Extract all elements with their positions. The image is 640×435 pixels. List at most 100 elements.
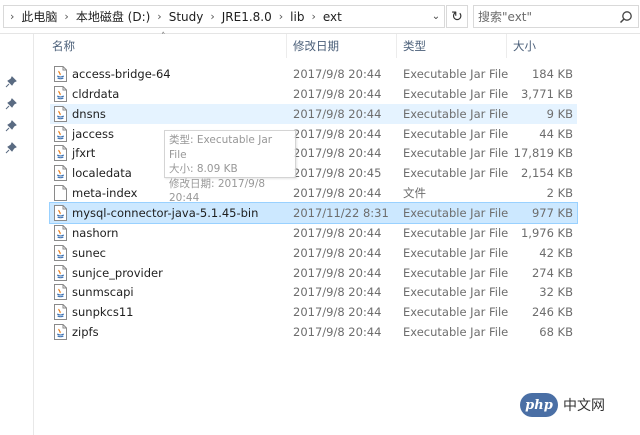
file-type: 文件	[403, 186, 426, 201]
file-size: 2,154 KB	[520, 166, 573, 181]
pin-icon[interactable]	[5, 76, 17, 88]
column-size-header[interactable]: 大小	[506, 34, 586, 58]
navigation-pane	[0, 34, 34, 435]
jar-file-icon	[54, 244, 67, 261]
file-type: Executable Jar File	[403, 106, 509, 121]
search-box[interactable]	[473, 5, 639, 28]
file-name: access-bridge-64	[72, 67, 171, 81]
file-date: 2017/9/8 20:45	[293, 166, 382, 181]
breadcrumb-study[interactable]: Study	[168, 10, 205, 24]
file-name: jfxrt	[72, 146, 96, 161]
tooltip-size: 大小: 8.09 KB	[169, 163, 238, 175]
breadcrumb-this-pc[interactable]: 此电脑	[20, 8, 58, 25]
refresh-icon: ↻	[451, 8, 463, 25]
file-row[interactable]: cldrdata 2017/9/8 20:44 Executable Jar Fil…	[50, 84, 577, 104]
file-size: 246 KB	[531, 305, 573, 320]
chevron-right-icon[interactable]: ›	[8, 10, 20, 23]
chevron-right-icon[interactable]: ›	[151, 10, 167, 23]
breadcrumb-drive-d[interactable]: 本地磁盘 (D:)	[75, 8, 151, 25]
jar-file-icon	[54, 105, 67, 122]
search-input[interactable]	[478, 7, 613, 26]
address-bar[interactable]: › 此电脑 › 本地磁盘 (D:) › Study › JRE1.8.0 › l…	[3, 5, 445, 28]
file-name: sunec	[72, 245, 106, 260]
file-type: Executable Jar File	[403, 285, 509, 300]
file-row[interactable]: jaccess 2017/9/8 20:44 Executable Jar File…	[50, 124, 577, 144]
breadcrumb-lib[interactable]: lib	[289, 10, 305, 24]
column-name-header[interactable]: 名称	[46, 34, 286, 58]
jar-file-icon	[54, 284, 67, 301]
file-row[interactable]: zipfs 2017/9/8 20:44 Executable Jar File 68…	[50, 322, 577, 342]
file-size: 1,976 KB	[520, 225, 573, 240]
file-date: 2017/9/8 20:44	[293, 285, 382, 300]
file-name: sunjce_provider	[72, 265, 163, 280]
file-row[interactable]: access-bridge-64 2017/9/8 20:44 Executable…	[50, 64, 577, 84]
file-size: 2 KB	[546, 186, 573, 201]
file-row[interactable]: sunpkcs11 2017/9/8 20:44 Executable Jar Fi…	[50, 302, 577, 322]
column-header-bar: ˄ 名称 修改日期 类型 大小	[46, 32, 586, 58]
chevron-right-icon[interactable]: ›	[273, 10, 289, 23]
breadcrumb: › 此电脑 › 本地磁盘 (D:) › Study › JRE1.8.0 › l…	[8, 6, 343, 27]
pin-icon[interactable]	[5, 120, 17, 132]
column-date-header[interactable]: 修改日期	[286, 34, 396, 58]
file-date: 2017/9/8 20:44	[293, 245, 382, 260]
file-row[interactable]: sunmscapi 2017/9/8 20:44 Executable Jar Fi…	[50, 282, 577, 302]
file-name: jaccess	[72, 126, 114, 141]
file-date: 2017/9/8 20:44	[293, 265, 382, 280]
watermark: php 中文网	[520, 392, 605, 418]
tooltip-type: 类型: Executable Jar File	[169, 134, 273, 161]
file-size: 184 KB	[531, 67, 573, 81]
pin-icon[interactable]	[5, 142, 17, 154]
breadcrumb-ext[interactable]: ext	[322, 10, 343, 24]
file-row[interactable]: mysql-connector-java-5.1.45-bin 2017/11/2…	[49, 201, 578, 224]
column-type-header[interactable]: 类型	[396, 34, 506, 58]
file-row[interactable]: meta-index 2017/9/8 20:44 文件 2 KB	[50, 183, 577, 203]
jar-file-icon	[54, 66, 67, 82]
file-name: nashorn	[72, 225, 119, 240]
file-size: 9 KB	[546, 106, 573, 121]
address-history-dropdown[interactable]: ⌄	[428, 6, 444, 27]
address-toolbar: › 此电脑 › 本地磁盘 (D:) › Study › JRE1.8.0 › l…	[0, 0, 640, 34]
tooltip-date: 修改日期: 2017/9/8 20:44	[169, 177, 266, 205]
blank-file-icon	[54, 185, 67, 202]
file-date: 2017/11/22 8:31	[293, 205, 389, 220]
file-date: 2017/9/8 20:44	[293, 325, 382, 340]
watermark-text: 中文网	[563, 398, 605, 414]
search-icon[interactable]	[619, 10, 633, 24]
chevron-right-icon[interactable]: ›	[305, 10, 321, 23]
file-name: sunpkcs11	[72, 305, 134, 320]
file-date: 2017/9/8 20:44	[293, 106, 382, 121]
file-type: Executable Jar File	[403, 86, 509, 101]
file-row[interactable]: jfxrt 2017/9/8 20:44 Executable Jar File 17…	[50, 143, 577, 163]
file-type: Executable Jar File	[403, 325, 509, 340]
refresh-button[interactable]: ↻	[446, 5, 468, 28]
file-name: zipfs	[72, 325, 99, 340]
chevron-right-icon[interactable]: ›	[58, 10, 74, 23]
file-date: 2017/9/8 20:44	[293, 146, 382, 161]
file-name: dnsns	[72, 106, 106, 121]
jar-file-icon	[54, 264, 67, 281]
file-date: 2017/9/8 20:44	[293, 126, 382, 141]
file-name: cldrdata	[72, 86, 120, 101]
jar-file-icon	[54, 145, 67, 162]
file-row[interactable]: sunjce_provider 2017/9/8 20:44 Executable …	[50, 263, 577, 283]
php-logo: php	[520, 393, 558, 417]
pin-icon[interactable]	[5, 98, 17, 110]
file-type: Executable Jar File	[403, 305, 509, 320]
file-name: sunmscapi	[72, 285, 134, 300]
file-row[interactable]: sunec 2017/9/8 20:44 Executable Jar File 42…	[50, 243, 577, 263]
jar-file-icon	[54, 165, 67, 182]
breadcrumb-jre[interactable]: JRE1.8.0	[221, 10, 273, 24]
file-type: Executable Jar File	[403, 146, 509, 161]
file-row[interactable]: nashorn 2017/9/8 20:44 Executable Jar File…	[50, 223, 577, 243]
file-date: 2017/9/8 20:44	[293, 225, 382, 240]
chevron-right-icon[interactable]: ›	[204, 10, 220, 23]
file-size: 32 KB	[539, 285, 573, 300]
jar-file-icon	[54, 304, 67, 321]
file-name: localedata	[72, 166, 132, 181]
file-date: 2017/9/8 20:44	[293, 67, 382, 81]
file-size: 274 KB	[531, 265, 573, 280]
file-size: 44 KB	[539, 126, 573, 141]
file-type: Executable Jar File	[403, 166, 509, 181]
file-row[interactable]: localedata 2017/9/8 20:45 Executable Jar F…	[50, 163, 577, 183]
file-row[interactable]: dnsns 2017/9/8 20:44 Executable Jar File 9 …	[50, 103, 577, 124]
